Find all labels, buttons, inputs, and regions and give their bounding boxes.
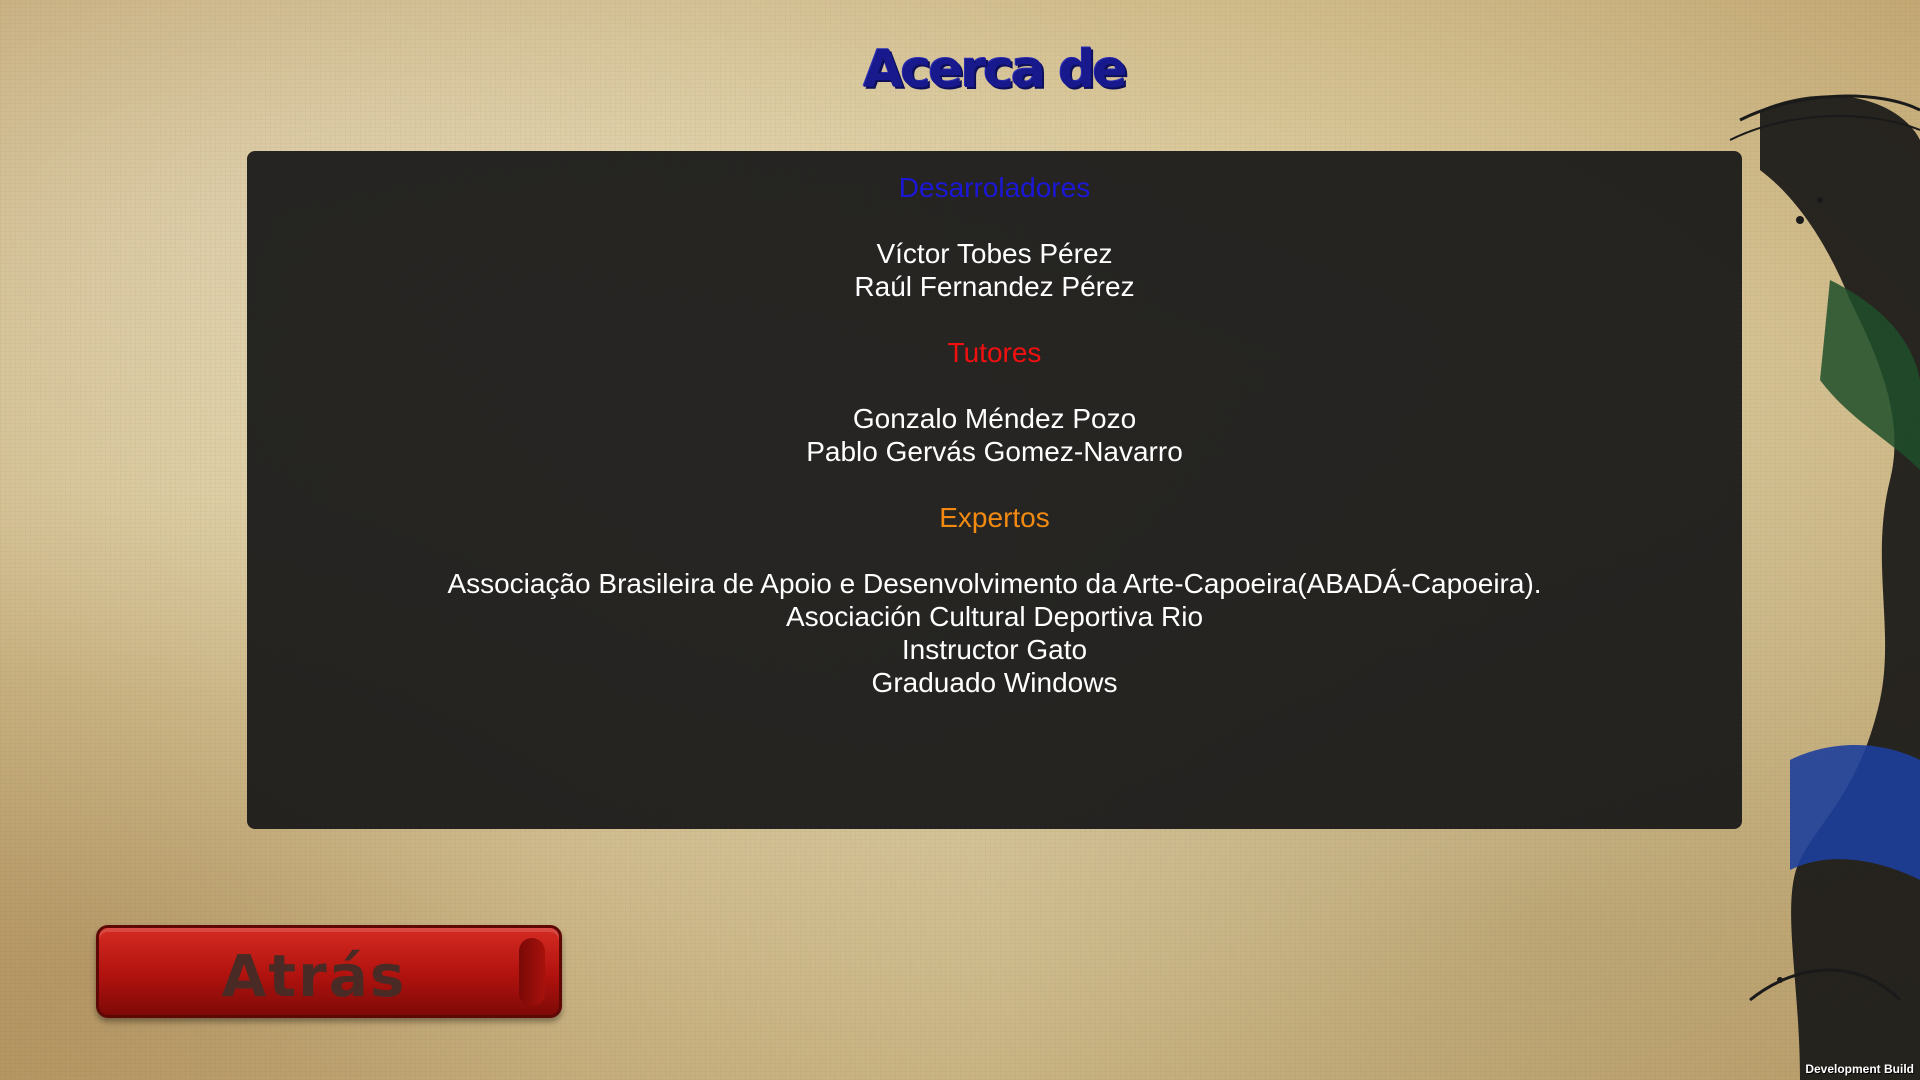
page-title: Acerca de bbox=[863, 40, 1128, 100]
development-build-label: Development Build bbox=[1805, 1062, 1914, 1076]
credits-panel: Desarroladores Víctor Tobes Pérez Raúl F… bbox=[247, 151, 1742, 829]
expert-name: Instructor Gato bbox=[901, 634, 1088, 665]
experts-heading: Expertos bbox=[939, 502, 1050, 533]
expert-name: Asociación Cultural Deportiva Rio bbox=[785, 601, 1204, 632]
developer-name: Raúl Fernandez Pérez bbox=[854, 271, 1135, 302]
developer-name: Víctor Tobes Pérez bbox=[876, 238, 1113, 269]
tutor-name: Gonzalo Méndez Pozo bbox=[852, 403, 1137, 434]
back-button[interactable]: Atrás bbox=[96, 925, 562, 1018]
tutor-name: Pablo Gervás Gomez-Navarro bbox=[806, 436, 1183, 467]
expert-name: Associação Brasileira de Apoio e Desenvo… bbox=[447, 568, 1542, 599]
expert-name: Graduado Windows bbox=[871, 667, 1118, 698]
developers-heading: Desarroladores bbox=[898, 172, 1091, 203]
back-button-label: Atrás bbox=[221, 942, 407, 1010]
tutors-heading: Tutores bbox=[947, 337, 1042, 368]
